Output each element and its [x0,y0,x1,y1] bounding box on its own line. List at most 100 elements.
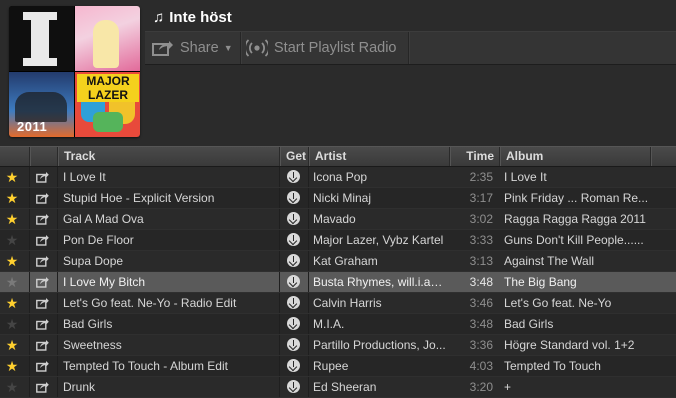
track-artist[interactable]: Rupee [313,356,451,376]
track-row[interactable]: ★ Gal A Mad Ova Mavado 3:02 Ragga Ragga Ragg… [0,209,676,230]
star-icon[interactable]: ★ [5,359,19,373]
column-divider [57,293,58,313]
share-icon[interactable] [36,276,49,288]
track-album[interactable]: Ragga Ragga Ragga 2011 [504,209,649,229]
track-album[interactable]: Bad Girls [504,314,649,334]
track-album[interactable]: Let's Go feat. Ne-Yo [504,293,649,313]
track-artist[interactable]: Icona Pop [313,167,451,187]
star-icon[interactable]: ★ [5,317,19,331]
share-icon[interactable] [36,213,49,225]
track-artist[interactable]: Major Lazer, Vybz Kartel [313,230,451,250]
share-icon[interactable] [36,360,49,372]
column-header-share[interactable] [29,147,57,166]
share-icon[interactable] [36,318,49,330]
share-icon[interactable] [36,234,49,246]
column-divider [308,251,309,271]
column-divider [308,293,309,313]
column-header-artist[interactable]: Artist [308,147,449,166]
track-artist[interactable]: Busta Rhymes, will.i.am, ... [313,272,451,292]
share-icon[interactable] [36,255,49,267]
track-time: 3:46 [469,296,493,310]
download-icon[interactable] [287,338,300,351]
download-icon[interactable] [287,233,300,246]
star-icon[interactable]: ★ [5,170,19,184]
share-icon[interactable] [36,192,49,204]
star-icon[interactable]: ★ [5,275,19,289]
column-divider [279,377,280,397]
column-header-spacer [650,147,676,166]
column-divider [279,356,280,376]
start-playlist-radio-button[interactable]: Start Playlist Radio [246,32,397,64]
playlist-cover-mosaic[interactable]: 2011 MAJOR LAZER [9,6,140,137]
track-album[interactable]: Guns Don't Kill People...... [504,230,649,250]
track-artist[interactable]: Kat Graham [313,251,451,271]
column-divider [29,314,30,334]
star-icon[interactable]: ★ [5,191,19,205]
track-album[interactable]: Against The Wall [504,251,649,271]
track-artist[interactable]: Mavado [313,209,451,229]
column-header-star[interactable] [0,147,29,166]
column-divider [29,188,30,208]
track-row[interactable]: ★ Pon De Floor Major Lazer, Vybz Kartel 3:3… [0,230,676,251]
track-list-header: Track Get Artist Time Album [0,146,676,167]
column-header-get[interactable]: Get [279,147,308,166]
column-header-track[interactable]: Track [57,147,279,166]
star-icon[interactable]: ★ [5,233,19,247]
download-icon[interactable] [287,317,300,330]
star-icon[interactable]: ★ [5,296,19,310]
column-divider [308,230,309,250]
track-artist[interactable]: Ed Sheeran [313,377,451,397]
track-album[interactable]: Högre Standard vol. 1+2 [504,335,649,355]
track-album[interactable]: The Big Bang [504,272,649,292]
track-row[interactable]: ★ I Love It Icona Pop 2:35 I Love It [0,167,676,188]
column-header-album[interactable]: Album [499,147,650,166]
track-time: 3:48 [469,317,493,331]
track-rows: ★ I Love It Icona Pop 2:35 I Love It ★ Stupid … [0,167,676,398]
column-divider [279,293,280,313]
star-icon[interactable]: ★ [5,254,19,268]
track-row[interactable]: ★ Supa Dope Kat Graham 3:13 Against The Wall [0,251,676,272]
track-album[interactable]: Pink Friday ... Roman Re... [504,188,649,208]
track-album[interactable]: I Love It [504,167,649,187]
download-icon[interactable] [287,296,300,309]
download-icon[interactable] [287,254,300,267]
track-row[interactable]: ★ Sweetness Partillo Productions, Jo... 3:3… [0,335,676,356]
column-divider [279,251,280,271]
track-title: Tempted To Touch - Album Edit [63,359,228,373]
download-icon[interactable] [287,275,300,288]
share-icon[interactable] [36,339,49,351]
star-icon[interactable]: ★ [5,380,19,394]
column-divider [279,209,280,229]
share-button[interactable]: Share ▼ [152,32,233,64]
track-row[interactable]: ★ Tempted To Touch - Album Edit Rupee 4:03 T… [0,356,676,377]
playlist-title-text: Inte höst [169,8,232,26]
track-time: 3:02 [469,212,493,226]
share-icon[interactable] [36,297,49,309]
star-icon[interactable]: ★ [5,212,19,226]
track-album[interactable]: + [504,377,649,397]
download-icon[interactable] [287,170,300,183]
track-row[interactable]: ★ Stupid Hoe - Explicit Version Nicki Mina… [0,188,676,209]
share-icon[interactable] [36,381,49,393]
track-album[interactable]: Tempted To Touch [504,356,649,376]
share-icon[interactable] [36,171,49,183]
column-divider [57,209,58,229]
track-artist[interactable]: Partillo Productions, Jo... [313,335,451,355]
column-header-time[interactable]: Time [449,147,499,166]
download-icon[interactable] [287,191,300,204]
track-row[interactable]: ★ Bad Girls M.I.A. 3:48 Bad Girls [0,314,676,335]
toolbar-divider [240,32,242,64]
track-row[interactable]: ★ Drunk Ed Sheeran 3:20 + [0,377,676,398]
track-row[interactable]: ★ Let's Go feat. Ne-Yo - Radio Edit Calvin… [0,293,676,314]
track-artist[interactable]: M.I.A. [313,314,451,334]
track-artist[interactable]: Nicki Minaj [313,188,451,208]
star-icon[interactable]: ★ [5,338,19,352]
track-title: I Love My Bitch [63,275,146,289]
download-icon[interactable] [287,359,300,372]
download-icon[interactable] [287,212,300,225]
track-artist[interactable]: Calvin Harris [313,293,451,313]
track-row[interactable]: ★ I Love My Bitch Busta Rhymes, will.i.am,… [0,272,676,293]
cover-art-1-letter [31,14,49,64]
download-icon[interactable] [287,380,300,393]
column-divider [308,314,309,334]
